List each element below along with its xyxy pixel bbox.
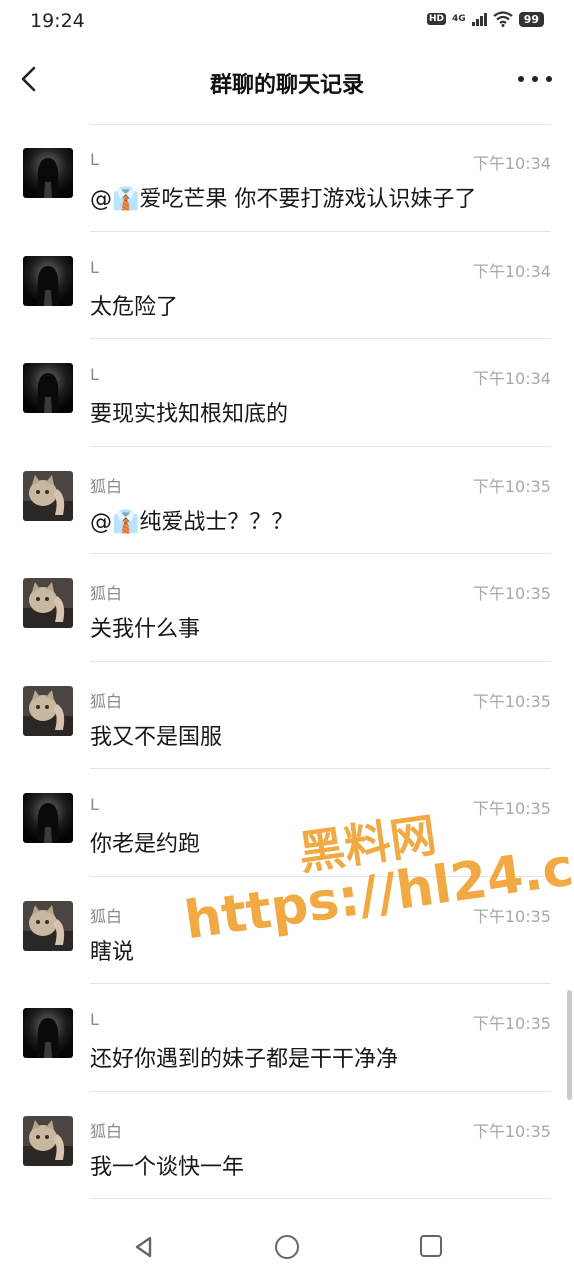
nav-home-icon[interactable] — [275, 1235, 299, 1259]
list-item[interactable]: 狐白 下午10:35 关我什么事 — [0, 554, 574, 662]
cat-avatar[interactable] — [23, 685, 73, 736]
network-type-label: 4G — [452, 13, 466, 24]
message-text: 瞎说 — [90, 939, 135, 965]
message-text: 还好你遇到的妹子都是干干净净 — [90, 1047, 399, 1072]
system-nav-bar — [0, 1218, 574, 1280]
message-timestamp: 下午10:35 — [472, 1121, 551, 1141]
more-options-button[interactable] — [518, 66, 552, 92]
sender-name: 狐白 — [90, 476, 123, 496]
list-item[interactable]: 狐白 下午10:35 我一个谈快一年 — [0, 1092, 574, 1199]
list-item[interactable]: 狐白 下午10:35 我又不是国服 — [0, 662, 574, 769]
cat-avatar[interactable] — [23, 470, 73, 521]
dark-figure-avatar[interactable] — [23, 255, 73, 306]
message-timestamp: 下午10:34 — [472, 154, 551, 173]
row-divider — [90, 1198, 551, 1199]
message-timestamp: 下午10:35 — [472, 584, 551, 603]
list-item[interactable]: L 下午10:34 要现实找知根知底的 — [0, 339, 574, 447]
sender-name: 狐白 — [90, 1121, 123, 1141]
sender-name: L — [90, 150, 99, 169]
message-text: 关我什么事 — [90, 617, 201, 642]
message-list: L 下午10:34 @👔爱吃芒果 你不要打游戏认识妹子了 L 下午10:34 太危险了 … — [0, 124, 574, 1199]
list-item[interactable]: L 下午10:34 太危险了 — [0, 232, 574, 339]
message-timestamp: 下午10:35 — [472, 799, 551, 818]
sender-name: L — [90, 795, 99, 814]
cat-avatar[interactable] — [23, 578, 73, 628]
message-text: 我又不是国服 — [90, 724, 223, 750]
message-text: @👔爱吃芒果 你不要打游戏认识妹子了 — [90, 187, 477, 212]
cat-avatar[interactable] — [23, 900, 73, 951]
nav-recents-icon[interactable] — [420, 1235, 442, 1257]
message-text: 你老是约跑 — [90, 832, 201, 857]
sender-name: 狐白 — [90, 584, 123, 603]
dark-figure-avatar[interactable] — [23, 793, 73, 843]
signal-icon — [471, 12, 487, 26]
message-timestamp: 下午10:35 — [472, 476, 551, 496]
sender-name: L — [90, 257, 99, 277]
cat-avatar[interactable] — [23, 1115, 73, 1166]
sender-name: L — [90, 365, 99, 384]
message-text: 太危险了 — [90, 294, 179, 320]
scrollbar[interactable] — [567, 990, 572, 1100]
message-text: @👔纯爱战士？？？ — [90, 509, 294, 535]
more-dot — [532, 76, 538, 82]
message-timestamp: 下午10:34 — [472, 261, 551, 281]
more-dots-icon — [518, 76, 524, 82]
wifi-icon — [493, 11, 513, 27]
status-icons: HD 4G 99 — [427, 11, 544, 27]
battery-indicator: 99 — [518, 11, 544, 27]
list-item[interactable]: L 下午10:35 还好你遇到的妹子都是干干净净 — [0, 984, 574, 1092]
list-item[interactable]: L 下午10:34 @👔爱吃芒果 你不要打游戏认识妹子了 — [0, 124, 574, 232]
list-item[interactable]: 狐白 下午10:35 @👔纯爱战士？？？ — [0, 447, 574, 554]
dark-figure-avatar[interactable] — [23, 1008, 73, 1058]
message-timestamp: 下午10:35 — [472, 1014, 551, 1033]
message-text: 我一个谈快一年 — [90, 1154, 245, 1180]
status-time: 19:24 — [30, 10, 85, 32]
sender-name: 狐白 — [90, 691, 123, 711]
page-title: 群聊的聊天记录 — [209, 73, 364, 98]
hd-icon: HD — [427, 13, 447, 25]
app-header: 群聊的聊天记录 — [0, 50, 574, 110]
more-dot — [546, 76, 552, 82]
dark-figure-avatar[interactable] — [23, 148, 73, 198]
sender-name: 狐白 — [90, 906, 123, 926]
message-timestamp: 下午10:34 — [472, 369, 551, 388]
dark-figure-avatar[interactable] — [23, 363, 73, 413]
status-bar: 19:24 HD 4G 99 — [0, 0, 574, 44]
message-timestamp: 下午10:35 — [472, 691, 551, 711]
sender-name: L — [90, 1010, 99, 1029]
message-text: 要现实找知根知底的 — [90, 402, 289, 427]
nav-back-icon[interactable] — [131, 1234, 157, 1260]
